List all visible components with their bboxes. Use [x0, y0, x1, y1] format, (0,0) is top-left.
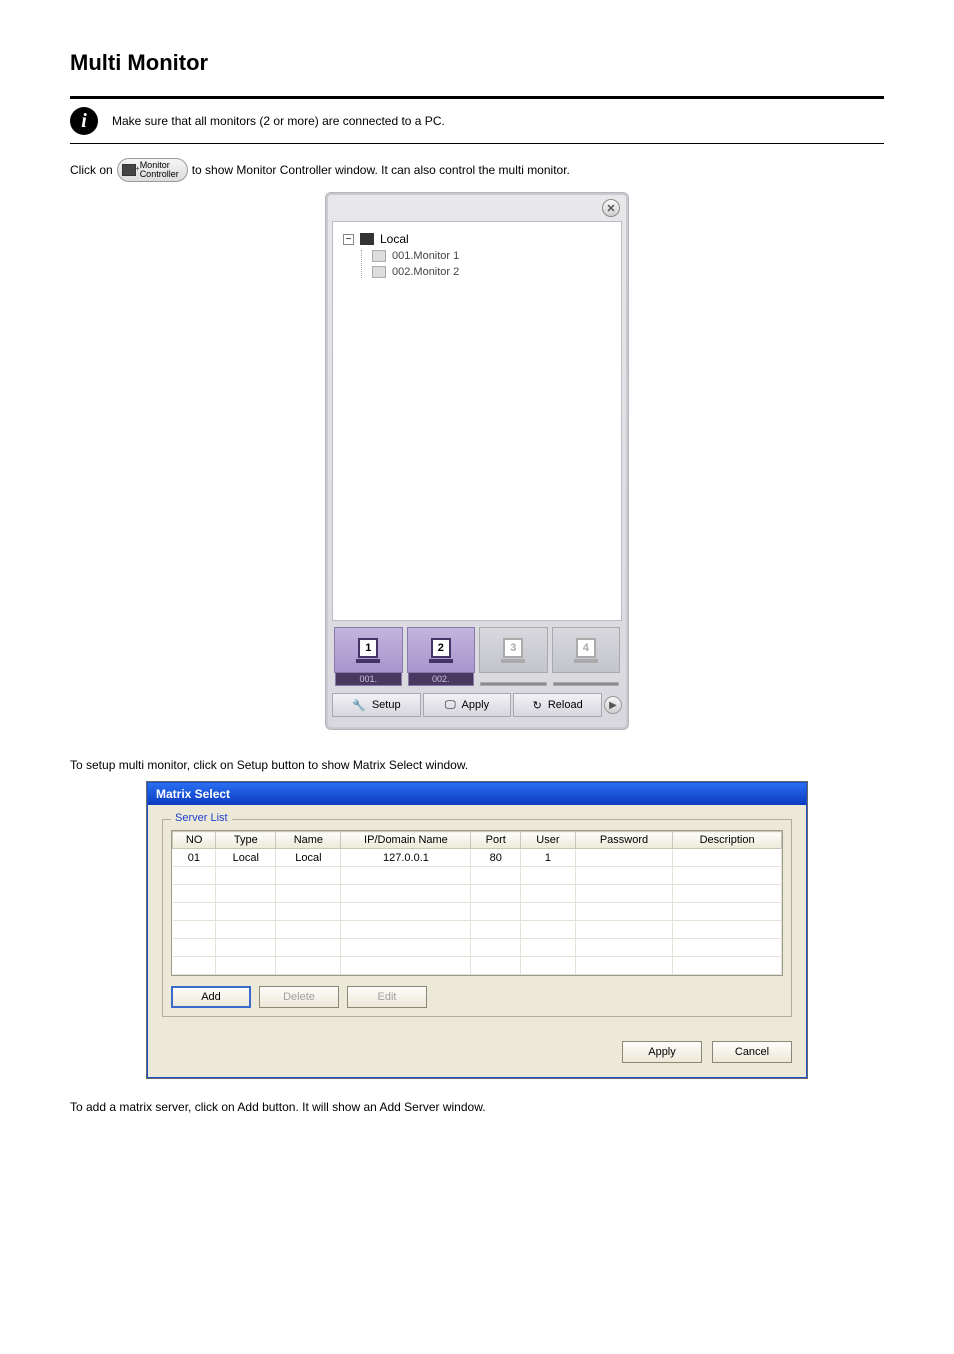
slot-label	[553, 682, 620, 686]
col-name[interactable]: Name	[276, 832, 341, 849]
edit-button[interactable]: Edit	[347, 986, 427, 1008]
wrench-icon: 🔧	[352, 699, 366, 712]
info-row: i Make sure that all monitors (2 or more…	[70, 107, 884, 135]
reload-label: Reload	[548, 699, 583, 711]
monitor-slot-3[interactable]: 3	[479, 627, 548, 673]
cell-ip: 127.0.0.1	[341, 849, 471, 867]
paragraph-1-suffix: to show Monitor Controller window. It ca…	[192, 163, 570, 177]
tree-item[interactable]: 002.Monitor 2	[372, 266, 611, 278]
monitor-controller-actions: 🔧 Setup 🖵 Apply ↻ Reload ▶	[332, 693, 622, 717]
col-ip[interactable]: IP/Domain Name	[341, 832, 471, 849]
table-row[interactable]	[173, 957, 782, 975]
cancel-button[interactable]: Cancel	[712, 1041, 792, 1063]
reload-button[interactable]: ↻ Reload	[513, 693, 602, 717]
paragraph-2: To setup multi monitor, click on Setup b…	[70, 758, 884, 772]
monitor-slot-2[interactable]: 2 002.	[407, 627, 476, 673]
cell-port: 80	[471, 849, 521, 867]
paragraph-1-prefix: Click on	[70, 163, 113, 177]
tree-root-label: Local	[380, 232, 409, 246]
page-title: Multi Monitor	[70, 50, 884, 76]
cell-password	[575, 849, 672, 867]
server-list-fieldset: Server List NO Type Name IP/Domain Name …	[162, 819, 792, 1017]
table-row[interactable]	[173, 885, 782, 903]
table-header-row: NO Type Name IP/Domain Name Port User Pa…	[173, 832, 782, 849]
paragraph-1: Click on Monitor Controller to show Moni…	[70, 158, 884, 182]
monitor-slots: 1 001. 2 002. 3 4	[332, 627, 622, 673]
cell-type: Local	[216, 849, 276, 867]
col-port[interactable]: Port	[471, 832, 521, 849]
setup-label: Setup	[372, 699, 401, 711]
mc-button-line2: Controller	[140, 170, 179, 179]
slot-number: 2	[431, 638, 451, 658]
slot-number: 3	[503, 638, 523, 658]
delete-button[interactable]: Delete	[259, 986, 339, 1008]
cell-user: 1	[521, 849, 576, 867]
cell-name: Local	[276, 849, 341, 867]
tree-collapse-icon[interactable]: −	[343, 234, 354, 245]
expand-arrow-button[interactable]: ▶	[604, 696, 622, 714]
tree-item[interactable]: 001.Monitor 1	[372, 250, 611, 262]
table-row[interactable]	[173, 939, 782, 957]
table-row[interactable]	[173, 903, 782, 921]
close-button[interactable]: ✕	[602, 199, 620, 217]
divider	[70, 96, 884, 99]
table-row[interactable]	[173, 921, 782, 939]
table-row[interactable]	[173, 867, 782, 885]
col-description[interactable]: Description	[673, 832, 782, 849]
monitor-icon	[122, 164, 136, 176]
cell-description	[673, 849, 782, 867]
slot-label: 001.	[335, 672, 402, 686]
monitor-icon	[372, 266, 386, 278]
server-list-legend: Server List	[171, 812, 232, 824]
monitor-icon	[372, 250, 386, 262]
slot-number: 4	[576, 638, 596, 658]
monitor-controller-button[interactable]: Monitor Controller	[117, 158, 188, 182]
reload-icon: ↻	[533, 699, 542, 712]
monitor-slot-4[interactable]: 4	[552, 627, 621, 673]
monitor-check-icon: 🖵	[445, 699, 456, 712]
apply-button[interactable]: 🖵 Apply	[423, 693, 512, 717]
col-no[interactable]: NO	[173, 832, 216, 849]
apply-label: Apply	[462, 699, 490, 711]
apply-button[interactable]: Apply	[622, 1041, 702, 1063]
col-password[interactable]: Password	[575, 832, 672, 849]
slot-label: 002.	[408, 672, 475, 686]
setup-button[interactable]: 🔧 Setup	[332, 693, 421, 717]
info-note: Make sure that all monitors (2 or more) …	[112, 114, 445, 128]
tree-root[interactable]: − Local	[343, 232, 611, 246]
slot-label	[480, 682, 547, 686]
monitor-slot-1[interactable]: 1 001.	[334, 627, 403, 673]
dialog-title: Matrix Select	[148, 783, 806, 805]
table-row[interactable]: 01 Local Local 127.0.0.1 80 1	[173, 849, 782, 867]
tree-item-label: 002.Monitor 2	[392, 266, 459, 278]
col-user[interactable]: User	[521, 832, 576, 849]
divider	[70, 143, 884, 144]
paragraph-3: To add a matrix server, click on Add but…	[70, 1100, 884, 1114]
monitor-controller-window: ✕ − Local 001.Monitor 1 002.Monitor 2 1 …	[325, 192, 629, 730]
monitor-tree[interactable]: − Local 001.Monitor 1 002.Monitor 2	[332, 221, 622, 621]
matrix-select-dialog: Matrix Select Server List NO Type Name I…	[147, 782, 807, 1078]
slot-number: 1	[358, 638, 378, 658]
server-list-grid[interactable]: NO Type Name IP/Domain Name Port User Pa…	[171, 830, 783, 976]
col-type[interactable]: Type	[216, 832, 276, 849]
add-button[interactable]: Add	[171, 986, 251, 1008]
computer-icon	[360, 233, 374, 245]
cell-no: 01	[173, 849, 216, 867]
tree-item-label: 001.Monitor 1	[392, 250, 459, 262]
info-icon: i	[70, 107, 98, 135]
